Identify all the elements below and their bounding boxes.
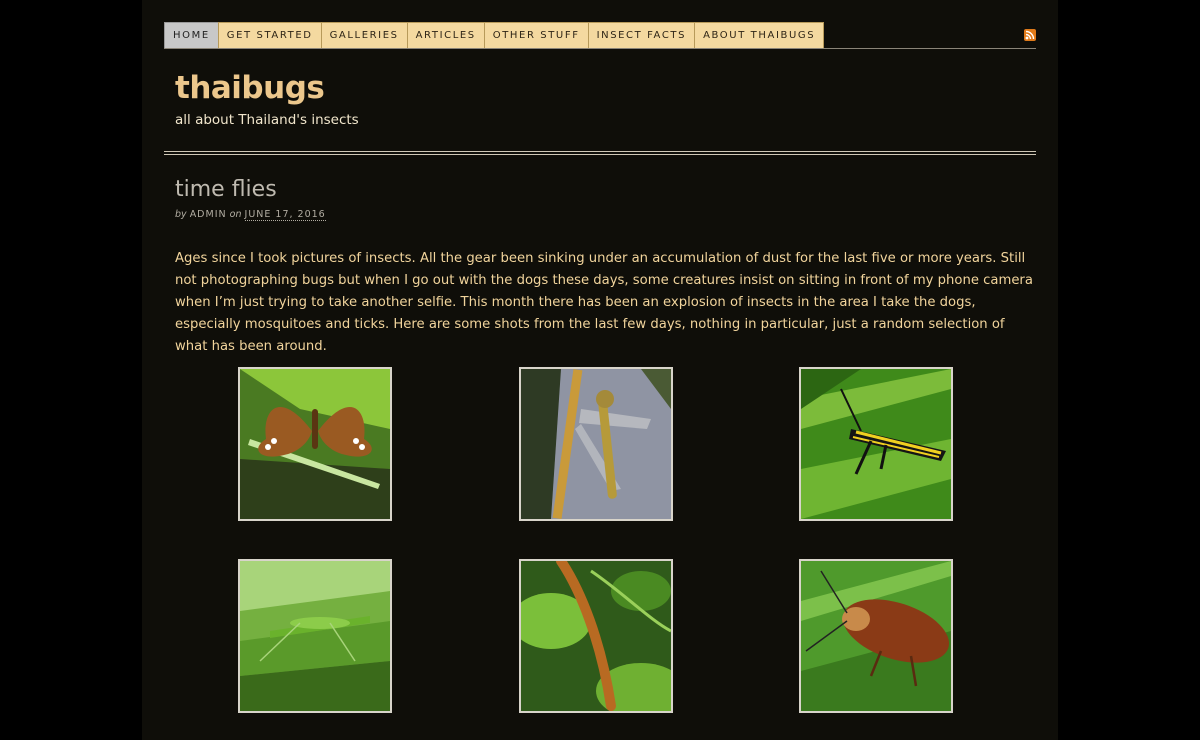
gallery-thumb-caterpillar[interactable] [519,559,673,713]
post-author[interactable]: ADMIN [190,209,227,220]
header-divider-secondary [164,154,1036,155]
site-title[interactable]: thaibugs [175,70,325,106]
nav-divider [164,48,1036,49]
nav-item-about-thaibugs[interactable]: ABOUT THAIBUGS [694,22,825,49]
nav-item-home[interactable]: HOME [164,22,219,49]
nav-item-insect-facts[interactable]: INSECT FACTS [587,22,696,49]
header-divider [164,151,1036,152]
post-byline: by ADMIN on JUNE 17, 2016 [175,209,326,221]
rss-icon[interactable] [1024,29,1036,41]
nav-item-get-started[interactable]: GET STARTED [217,22,322,49]
gallery-thumb-dragonfly[interactable] [519,367,673,521]
main-nav: HOME GET STARTED GALLERIES ARTICLES OTHE… [164,22,825,49]
byline-by: by [175,209,187,220]
nav-item-galleries[interactable]: GALLERIES [320,22,408,49]
byline-on: on [229,209,242,220]
nav-item-articles[interactable]: ARTICLES [406,22,485,49]
gallery-thumb-cockroach[interactable] [799,559,953,713]
gallery-thumb-grasshopper[interactable] [799,367,953,521]
gallery-thumb-butterfly[interactable] [238,367,392,521]
post-title[interactable]: time flies [175,177,277,202]
site-tagline: all about Thailand's insects [175,112,359,128]
nav-item-other-stuff[interactable]: OTHER STUFF [483,22,589,49]
gallery-thumb-katydid[interactable] [238,559,392,713]
post-date: JUNE 17, 2016 [244,209,326,221]
page-container: HOME GET STARTED GALLERIES ARTICLES OTHE… [142,0,1058,740]
post-body: Ages since I took pictures of insects. A… [175,251,1033,354]
